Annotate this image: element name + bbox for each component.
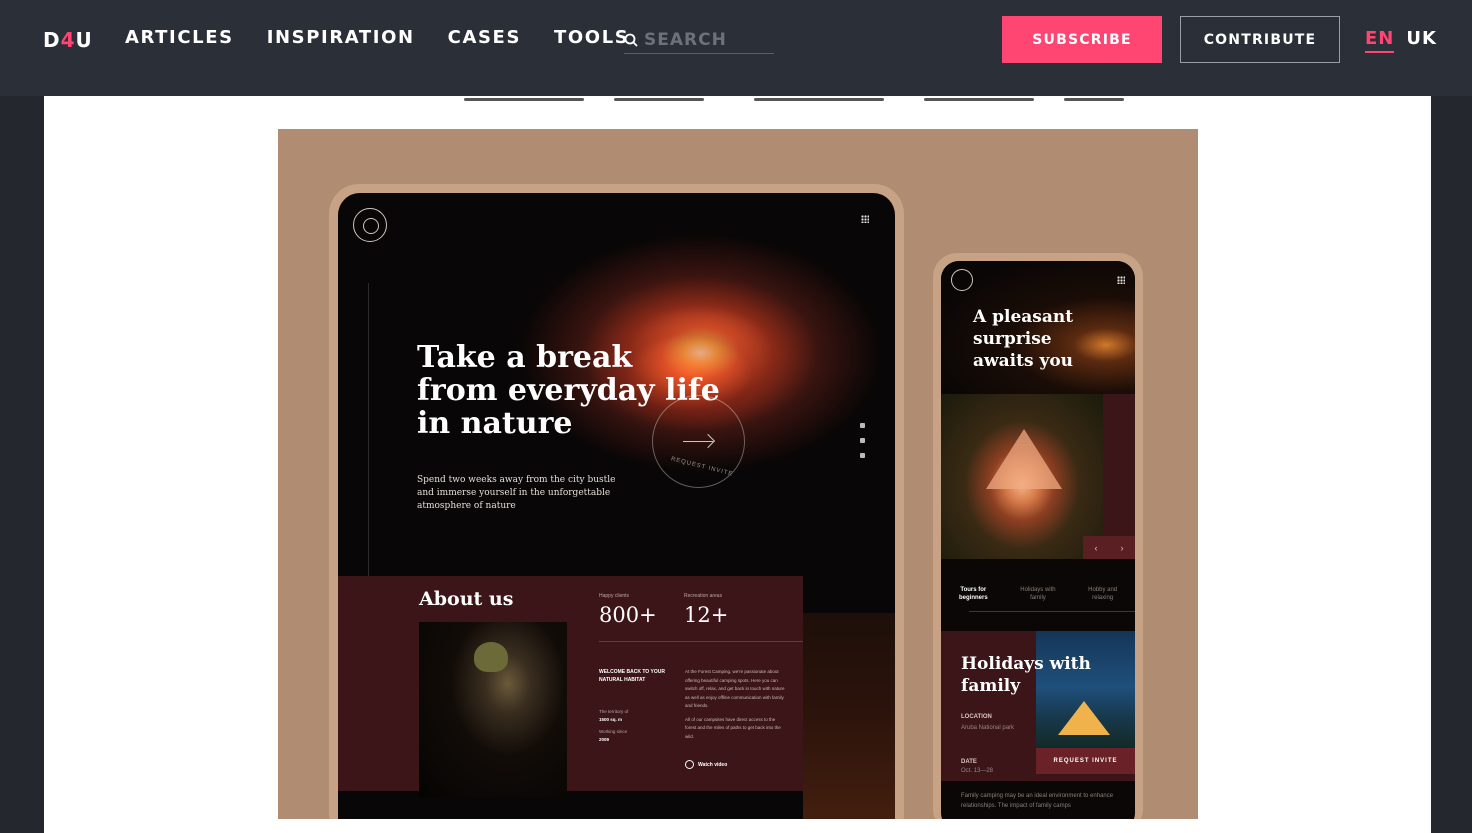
mobile-logo-badge — [951, 269, 973, 291]
watch-video-label: Watch video — [698, 761, 728, 768]
stat-label-clients: Happy clients — [599, 593, 630, 599]
about-section: About us Happy clients 800+ Recreation a… — [338, 576, 804, 797]
arrow-right-icon — [683, 441, 713, 442]
facebook-icon — [860, 438, 865, 443]
mobile-tabs: Tours for beginners Holidays with family… — [941, 586, 1135, 602]
language-switcher: EN UK — [1365, 28, 1437, 53]
request-invite-label: REQUEST INVITE — [670, 456, 734, 478]
working-label: Working since — [599, 729, 628, 734]
mobile-red-panel — [1103, 394, 1135, 559]
territory-value: 1500 sq. m — [599, 717, 623, 722]
mobile-screen: A pleasant surprise awaits you ‹ › Tours… — [941, 261, 1135, 819]
about-paragraph-2: All of our campsites have direct access … — [685, 716, 781, 739]
menu-grid-icon — [861, 215, 869, 223]
article-body: Take a break from everyday life in natur… — [44, 96, 1431, 833]
desktop-mockup: Take a break from everyday life in natur… — [329, 184, 904, 819]
side-rail — [368, 283, 369, 603]
main-nav: ARTICLES INSPIRATION CASES TOOLS — [125, 27, 629, 48]
mobile-tab-underline — [969, 611, 1135, 612]
desktop-screen: Take a break from everyday life in natur… — [338, 193, 895, 819]
man-with-lantern-photo — [419, 622, 567, 797]
nav-tools[interactable]: TOOLS — [554, 27, 629, 48]
logo-part-2: 4 — [60, 28, 76, 52]
site-logo[interactable]: D 4 U — [43, 28, 93, 52]
location-label: LOCATION — [961, 714, 992, 720]
about-paragraphs: At the Forest Camping, we're passionate … — [685, 668, 785, 741]
camp-logo-badge — [353, 208, 387, 242]
twitter-icon — [860, 423, 865, 428]
article-hero-image: Take a break from everyday life in natur… — [278, 129, 1198, 819]
nav-articles[interactable]: ARTICLES — [125, 27, 234, 48]
instagram-icon — [860, 453, 865, 458]
logo-part-1: D — [43, 28, 61, 52]
mobile-menu-icon — [1117, 276, 1125, 284]
mobile-title-line-1: A pleasant — [973, 307, 1074, 327]
search-icon[interactable] — [624, 33, 638, 47]
chevron-left-icon: ‹ — [1094, 542, 1098, 553]
search-box — [624, 26, 774, 54]
date-value: Oct. 13—28 — [961, 768, 994, 774]
working-value: 2009 — [599, 737, 610, 742]
logo-part-3: U — [75, 28, 93, 52]
mobile-title-line-2: surprise — [973, 329, 1052, 349]
nav-inspiration[interactable]: INSPIRATION — [267, 27, 415, 48]
social-rail — [860, 423, 865, 458]
request-invite-circle: REQUEST INVITE — [652, 395, 745, 488]
welcome-heading: WELCOME BACK TO YOUR NATURAL HABITAT — [599, 669, 665, 683]
play-icon — [685, 760, 694, 769]
mobile-title-line-3: awaits you — [973, 351, 1074, 371]
nav-cases[interactable]: CASES — [448, 27, 521, 48]
mobile-request-invite: REQUEST INVITE — [1036, 748, 1135, 774]
lang-en[interactable]: EN — [1365, 28, 1395, 53]
date-label: DATE — [961, 759, 977, 765]
holidays-title-line-1: Holidays with — [961, 654, 1091, 674]
mobile-mockup: A pleasant surprise awaits you ‹ › Tours… — [933, 253, 1143, 819]
lang-uk[interactable]: UK — [1406, 28, 1437, 53]
stat-value-areas: 12+ — [684, 603, 729, 627]
mobile-slider-pager: ‹ › — [1083, 536, 1135, 559]
contribute-button[interactable]: CONTRIBUTE — [1180, 16, 1340, 63]
about-title: About us — [419, 588, 514, 610]
glowing-tent-image — [941, 394, 1103, 559]
mobile-holidays-card: Holidays with family LOCATION Aruba Nati… — [941, 631, 1135, 781]
mobile-tab-family: Holidays with family — [1020, 587, 1056, 601]
holidays-title-line-2: family — [961, 676, 1021, 696]
chevron-right-icon: › — [1120, 542, 1124, 553]
about-paragraph-1: At the Forest Camping, we're passionate … — [685, 669, 785, 708]
mobile-tab-beginners: Tours for beginners — [958, 587, 988, 601]
hero-title-line-3: in nature — [417, 406, 573, 441]
stat-value-clients: 800+ — [599, 603, 657, 627]
mobile-hero-title: A pleasant surprise awaits you — [973, 306, 1113, 372]
hero-title-line-1: Take a break — [417, 340, 633, 375]
stat-divider — [599, 641, 804, 642]
mock-hero-subtitle: Spend two weeks away from the city bustl… — [417, 475, 616, 511]
subscribe-button[interactable]: SUBSCRIBE — [1002, 16, 1162, 63]
location-value: Aruba National park — [961, 725, 1015, 731]
search-input[interactable] — [644, 29, 764, 50]
mobile-footer-text: Family camping may be an ideal environme… — [961, 793, 1114, 809]
mobile-tab-hobby: Hobby and relaxing — [1088, 587, 1118, 601]
watch-video-link: Watch video — [685, 760, 727, 769]
stat-label-areas: Recreation areas — [684, 593, 723, 599]
territory-label: The territory of — [599, 709, 629, 714]
holidays-title: Holidays with family — [961, 653, 1101, 697]
territory-meta: The territory of 1500 sq. m Working sinc… — [599, 708, 669, 744]
forest-image — [803, 613, 895, 819]
site-header: D 4 U ARTICLES INSPIRATION CASES TOOLS S… — [0, 0, 1472, 96]
